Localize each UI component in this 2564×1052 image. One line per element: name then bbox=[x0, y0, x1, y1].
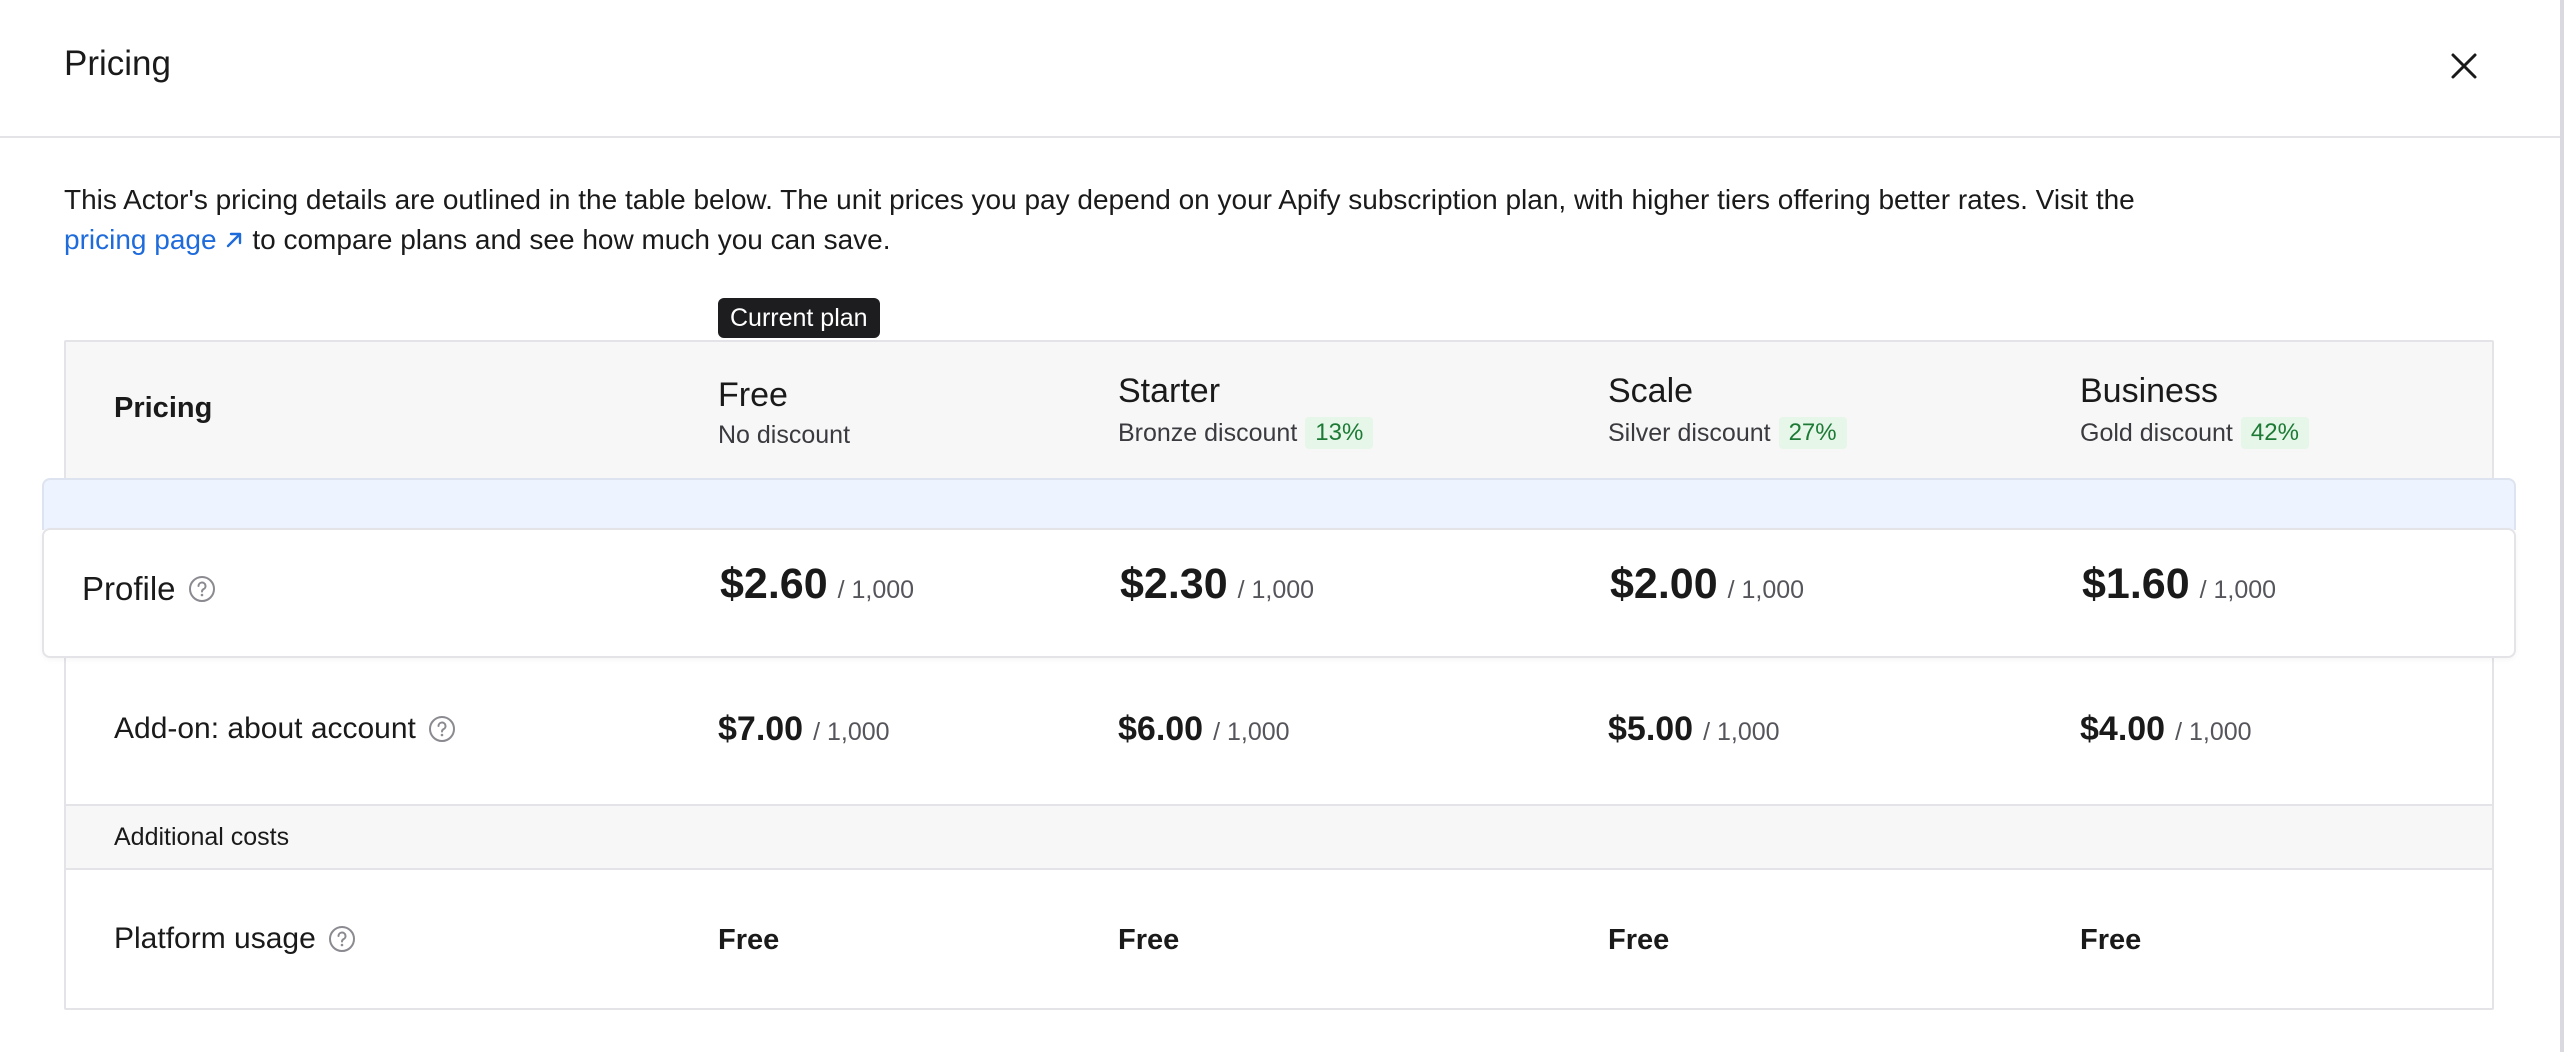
highlight-strip bbox=[42, 478, 2516, 530]
price-amount: $7.00 bbox=[718, 710, 804, 748]
row-label-text: Platform usage bbox=[114, 922, 316, 955]
description-text-end: to compare plans and see how much you ca… bbox=[252, 224, 891, 255]
price-amount: $4.00 bbox=[2080, 710, 2166, 748]
platform-usage-value: Free bbox=[2080, 924, 2142, 956]
platform-usage-value: Free bbox=[718, 924, 780, 956]
price-unit: / 1,000 bbox=[1237, 576, 1315, 604]
price-cell: $7.00 / 1,000 bbox=[718, 710, 890, 749]
help-icon[interactable] bbox=[188, 575, 216, 603]
current-plan-badge: Current plan bbox=[718, 298, 880, 338]
plan-name: Free bbox=[718, 376, 788, 414]
price-amount: $5.00 bbox=[1608, 710, 1694, 748]
price-cell: $4.00 / 1,000 bbox=[2080, 710, 2252, 749]
help-icon[interactable] bbox=[328, 925, 356, 953]
row-label-text: Profile bbox=[82, 570, 176, 607]
price-unit: / 1,000 bbox=[2175, 718, 2252, 746]
price-unit: / 1,000 bbox=[1213, 718, 1290, 746]
discount-badge: 42% bbox=[2240, 417, 2309, 449]
price-unit: / 1,000 bbox=[1703, 718, 1780, 746]
price-amount: $2.30 bbox=[1120, 560, 1228, 608]
modal-title: Pricing bbox=[64, 44, 171, 83]
price-unit: / 1,000 bbox=[837, 576, 915, 604]
external-arrow-icon bbox=[226, 232, 241, 248]
table-row-profile: Profile $2.60 / 1,000 $2.30 / 1,000 $2.0… bbox=[42, 528, 2516, 658]
close-button[interactable] bbox=[2440, 42, 2488, 90]
plan-name: Business bbox=[2080, 372, 2218, 410]
plan-discount: No discount bbox=[718, 421, 850, 450]
plan-column-free: Free No discount bbox=[718, 376, 850, 450]
price-cell: $2.60 / 1,000 bbox=[720, 560, 914, 609]
help-icon[interactable] bbox=[428, 715, 456, 743]
row-label: Profile bbox=[82, 570, 216, 608]
plan-discount: Silver discount 27% bbox=[1608, 417, 1847, 449]
pricing-modal: Pricing This Actor's pricing details are… bbox=[0, 0, 2564, 1052]
discount-badge: 27% bbox=[1778, 417, 1847, 449]
plan-name: Starter bbox=[1118, 372, 1221, 410]
modal-edge bbox=[2560, 0, 2564, 1052]
pricing-page-link[interactable]: pricing page bbox=[64, 224, 245, 255]
table-row-platform-usage: Platform usage Free Free Free Free bbox=[64, 870, 2494, 1008]
row-label: Add-on: about account bbox=[114, 712, 456, 746]
row-label-text: Add-on: about account bbox=[114, 712, 416, 745]
plan-column-business: Business Gold discount 42% bbox=[2080, 372, 2309, 449]
modal-header: Pricing bbox=[0, 0, 2560, 138]
price-unit: / 1,000 bbox=[2199, 576, 2277, 604]
additional-costs-header: Additional costs bbox=[66, 804, 2492, 870]
plan-column-scale: Scale Silver discount 27% bbox=[1608, 372, 1847, 449]
pricing-page-link-label: pricing page bbox=[64, 224, 217, 255]
close-icon bbox=[2451, 53, 2477, 79]
price-cell: $5.00 / 1,000 bbox=[1608, 710, 1780, 749]
table-row-addon: Add-on: about account $7.00 / 1,000 $6.0… bbox=[64, 660, 2494, 806]
section-label: Additional costs bbox=[114, 823, 290, 851]
discount-label: Bronze discount bbox=[1118, 418, 1298, 447]
price-amount: $6.00 bbox=[1118, 710, 1204, 748]
discount-badge: 13% bbox=[1305, 417, 1374, 449]
price-cell: $1.60 / 1,000 bbox=[2082, 560, 2276, 609]
price-cell: $2.30 / 1,000 bbox=[1120, 560, 1314, 609]
platform-usage-value: Free bbox=[1118, 924, 1180, 956]
plan-discount: Gold discount 42% bbox=[2080, 417, 2309, 449]
price-amount: $2.00 bbox=[1610, 560, 1718, 608]
table-header: Pricing Free No discount Starter Bronze … bbox=[66, 342, 2492, 480]
table-header-label: Pricing bbox=[114, 392, 213, 424]
price-cell: $6.00 / 1,000 bbox=[1118, 710, 1290, 749]
discount-label: No discount bbox=[718, 421, 851, 449]
pricing-description: This Actor's pricing details are outline… bbox=[64, 180, 2464, 260]
plan-name: Scale bbox=[1608, 372, 1694, 410]
price-cell: $2.00 / 1,000 bbox=[1610, 560, 1804, 609]
plan-discount: Bronze discount 13% bbox=[1118, 417, 1374, 449]
discount-label: Gold discount bbox=[2080, 418, 2233, 447]
price-unit: / 1,000 bbox=[813, 718, 890, 746]
price-amount: $1.60 bbox=[2082, 560, 2190, 608]
price-amount: $2.60 bbox=[720, 560, 828, 608]
description-text: This Actor's pricing details are outline… bbox=[64, 184, 2135, 215]
row-label: Platform usage bbox=[114, 922, 356, 956]
discount-label: Silver discount bbox=[1608, 418, 1771, 447]
price-unit: / 1,000 bbox=[1727, 576, 1805, 604]
platform-usage-value: Free bbox=[1608, 924, 1670, 956]
plan-column-starter: Starter Bronze discount 13% bbox=[1118, 372, 1374, 449]
